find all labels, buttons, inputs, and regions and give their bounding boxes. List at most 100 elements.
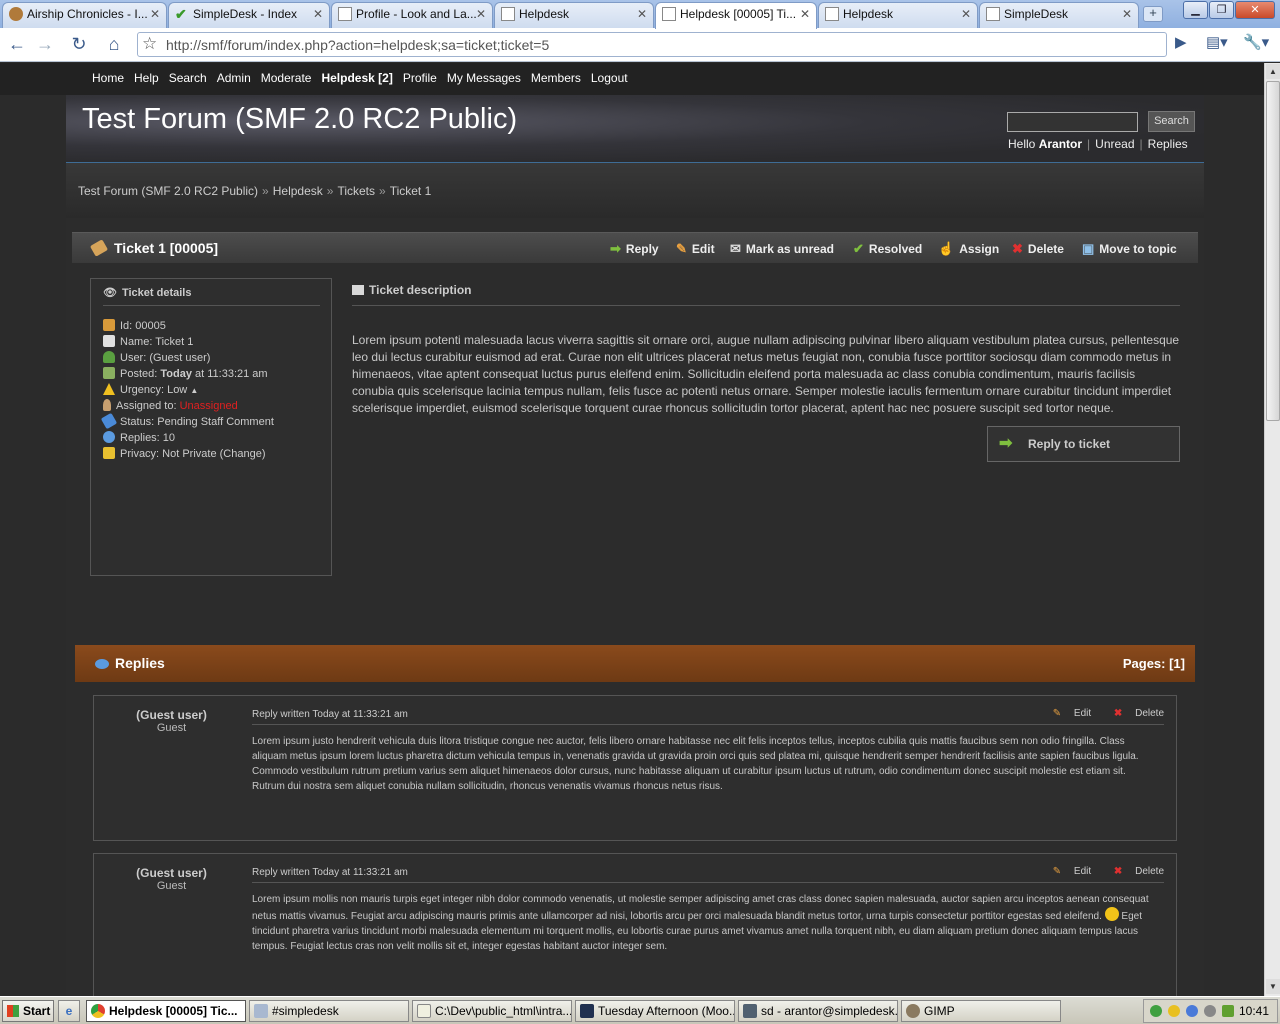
network-icon[interactable]: [1150, 1005, 1162, 1017]
reply-poster-name[interactable]: (Guest user): [94, 866, 249, 880]
detail-id-text: Id: 00005: [120, 320, 166, 332]
reload-button[interactable]: ↻: [67, 33, 91, 55]
bookmark-star-icon[interactable]: ☆: [142, 34, 157, 54]
taskbar-item-label: Tuesday Afternoon (Moo...: [598, 1004, 735, 1018]
windows-logo-icon: [7, 1005, 19, 1017]
menu-my-messages[interactable]: My Messages: [447, 71, 521, 85]
close-window-button[interactable]: ✕: [1235, 1, 1275, 19]
resolved-button[interactable]: ✔ Resolved: [853, 241, 922, 257]
home-button[interactable]: ⌂: [102, 33, 126, 55]
reply-to-ticket-button[interactable]: ➡ Reply to ticket: [987, 426, 1180, 462]
menu-members[interactable]: Members: [531, 71, 581, 85]
close-tab-icon[interactable]: ✕: [1122, 3, 1132, 25]
scroll-down-arrow-icon[interactable]: ▼: [1266, 979, 1280, 994]
browser-tab[interactable]: SimpleDesk ✕: [979, 2, 1139, 28]
menu-admin[interactable]: Admin: [217, 71, 251, 85]
tab-label: Airship Chronicles - I...: [27, 7, 148, 21]
menu-home[interactable]: Home: [92, 71, 124, 85]
volume-icon[interactable]: [1204, 1005, 1216, 1017]
quick-launch-ie[interactable]: e: [58, 1000, 80, 1022]
scroll-up-arrow-icon[interactable]: ▲: [1266, 64, 1280, 79]
bluetooth-icon[interactable]: [1186, 1005, 1198, 1017]
breadcrumb-item[interactable]: Tickets: [337, 184, 375, 198]
restore-window-button[interactable]: ❐: [1209, 1, 1234, 19]
username-link[interactable]: Arantor: [1039, 137, 1082, 151]
pagination[interactable]: Pages: [1]: [1123, 656, 1185, 671]
close-tab-icon[interactable]: ✕: [150, 3, 160, 25]
browser-tab[interactable]: Airship Chronicles - I... ✕: [2, 2, 167, 28]
menu-profile[interactable]: Profile: [403, 71, 437, 85]
breadcrumb-separator: »: [262, 184, 269, 198]
forum-title[interactable]: Test Forum (SMF 2.0 RC2 Public): [82, 103, 517, 136]
search-input[interactable]: [1007, 112, 1138, 132]
taskbar-item-irc[interactable]: #simpledesk: [249, 1000, 409, 1022]
detail-posted: Posted: Today at 11:33:21 am: [103, 367, 268, 380]
eye-icon: 👁: [103, 287, 117, 299]
browser-tab[interactable]: Profile - Look and La... ✕: [331, 2, 493, 28]
minimize-window-button[interactable]: ▁: [1183, 1, 1208, 19]
breadcrumb-item[interactable]: Helpdesk: [273, 184, 323, 198]
menu-help[interactable]: Help: [134, 71, 159, 85]
mark-unread-button[interactable]: ✉ Mark as unread: [730, 241, 834, 257]
increase-urgency-icon[interactable]: ▲: [190, 386, 198, 395]
reply-delete-button[interactable]: ✖ Delete: [1104, 708, 1164, 719]
reply-delete-button[interactable]: ✖ Delete: [1104, 866, 1164, 877]
clock[interactable]: 10:41: [1239, 1004, 1269, 1018]
envelope-icon: ✉: [730, 241, 741, 256]
browser-tab[interactable]: Helpdesk ✕: [818, 2, 978, 28]
taskbar-item-editor[interactable]: C:\Dev\public_html\intra...: [412, 1000, 572, 1022]
menu-helpdesk[interactable]: Helpdesk [2]: [321, 71, 392, 85]
browser-tab[interactable]: ✔ SimpleDesk - Index ✕: [168, 2, 330, 28]
go-button[interactable]: ▶: [1175, 33, 1187, 51]
reply-button[interactable]: ➡ Reply: [610, 241, 659, 257]
detail-privacy-text[interactable]: Privacy: Not Private (Change): [120, 448, 266, 460]
taskbar-item-gimp[interactable]: GIMP: [901, 1000, 1061, 1022]
assign-button[interactable]: ☝ Assign: [938, 241, 999, 257]
breadcrumb-item[interactable]: Test Forum (SMF 2.0 RC2 Public): [78, 184, 258, 198]
close-tab-icon[interactable]: ✕: [637, 3, 647, 25]
move-to-topic-button[interactable]: ▣ Move to topic: [1082, 241, 1177, 257]
back-button[interactable]: ←: [5, 33, 29, 55]
posted-time: at 11:33:21 am: [195, 368, 268, 380]
close-tab-icon[interactable]: ✕: [313, 3, 323, 25]
forward-button[interactable]: →: [33, 33, 57, 55]
new-tab-button[interactable]: +: [1143, 6, 1163, 22]
delete-button[interactable]: ✖ Delete: [1012, 241, 1064, 257]
reply-edit-button[interactable]: ✎ Edit: [1043, 866, 1091, 877]
menu-logout[interactable]: Logout: [591, 71, 628, 85]
close-tab-icon[interactable]: ✕: [476, 3, 486, 25]
ticket-details-panel: 👁 Ticket details Id: 00005 Name: Ticket 1…: [90, 278, 332, 576]
unread-link[interactable]: Unread: [1095, 137, 1134, 151]
nvidia-icon[interactable]: [1222, 1005, 1234, 1017]
close-tab-icon[interactable]: ✕: [800, 3, 810, 25]
airship-favicon-icon: [9, 7, 23, 21]
start-button[interactable]: Start: [2, 1000, 54, 1022]
address-bar[interactable]: ☆: [137, 32, 1167, 57]
page-scrollbar[interactable]: ▲ ▼: [1264, 63, 1280, 996]
url-input[interactable]: [166, 36, 1156, 54]
reply-edit-button[interactable]: ✎ Edit: [1043, 708, 1091, 719]
security-shield-icon[interactable]: [1168, 1005, 1180, 1017]
browser-tab[interactable]: Helpdesk ✕: [494, 2, 654, 28]
menu-search[interactable]: Search: [169, 71, 207, 85]
page-menu-button[interactable]: ▤▾: [1206, 33, 1228, 51]
assigned-value[interactable]: Unassigned: [180, 400, 238, 412]
menu-moderate[interactable]: Moderate: [261, 71, 312, 85]
ticket-description-heading: Ticket description: [352, 283, 1180, 306]
close-tab-icon[interactable]: ✕: [961, 3, 971, 25]
browser-tab-active[interactable]: Helpdesk [00005] Ti... ✕: [655, 2, 817, 29]
reply-poster-name[interactable]: (Guest user): [94, 708, 249, 722]
taskbar-item-terminal[interactable]: sd - arantor@simpledesk...: [738, 1000, 898, 1022]
scrollbar-thumb[interactable]: [1266, 81, 1280, 421]
posted-label: Posted:: [120, 368, 158, 380]
tools-menu-button[interactable]: 🔧▾: [1243, 33, 1269, 51]
search-button[interactable]: Search: [1148, 111, 1195, 132]
name-tag-icon: [103, 335, 115, 347]
taskbar-item-browser[interactable]: Helpdesk [00005] Tic...: [86, 1000, 246, 1022]
replies-header: Replies Pages: [1]: [75, 645, 1195, 682]
replies-link[interactable]: Replies: [1148, 137, 1188, 151]
system-tray: 10:41: [1143, 999, 1278, 1023]
breadcrumb-item[interactable]: Ticket 1: [390, 184, 432, 198]
taskbar-item-media-player[interactable]: Tuesday Afternoon (Moo...: [575, 1000, 735, 1022]
edit-button[interactable]: ✎ Edit: [676, 241, 715, 257]
